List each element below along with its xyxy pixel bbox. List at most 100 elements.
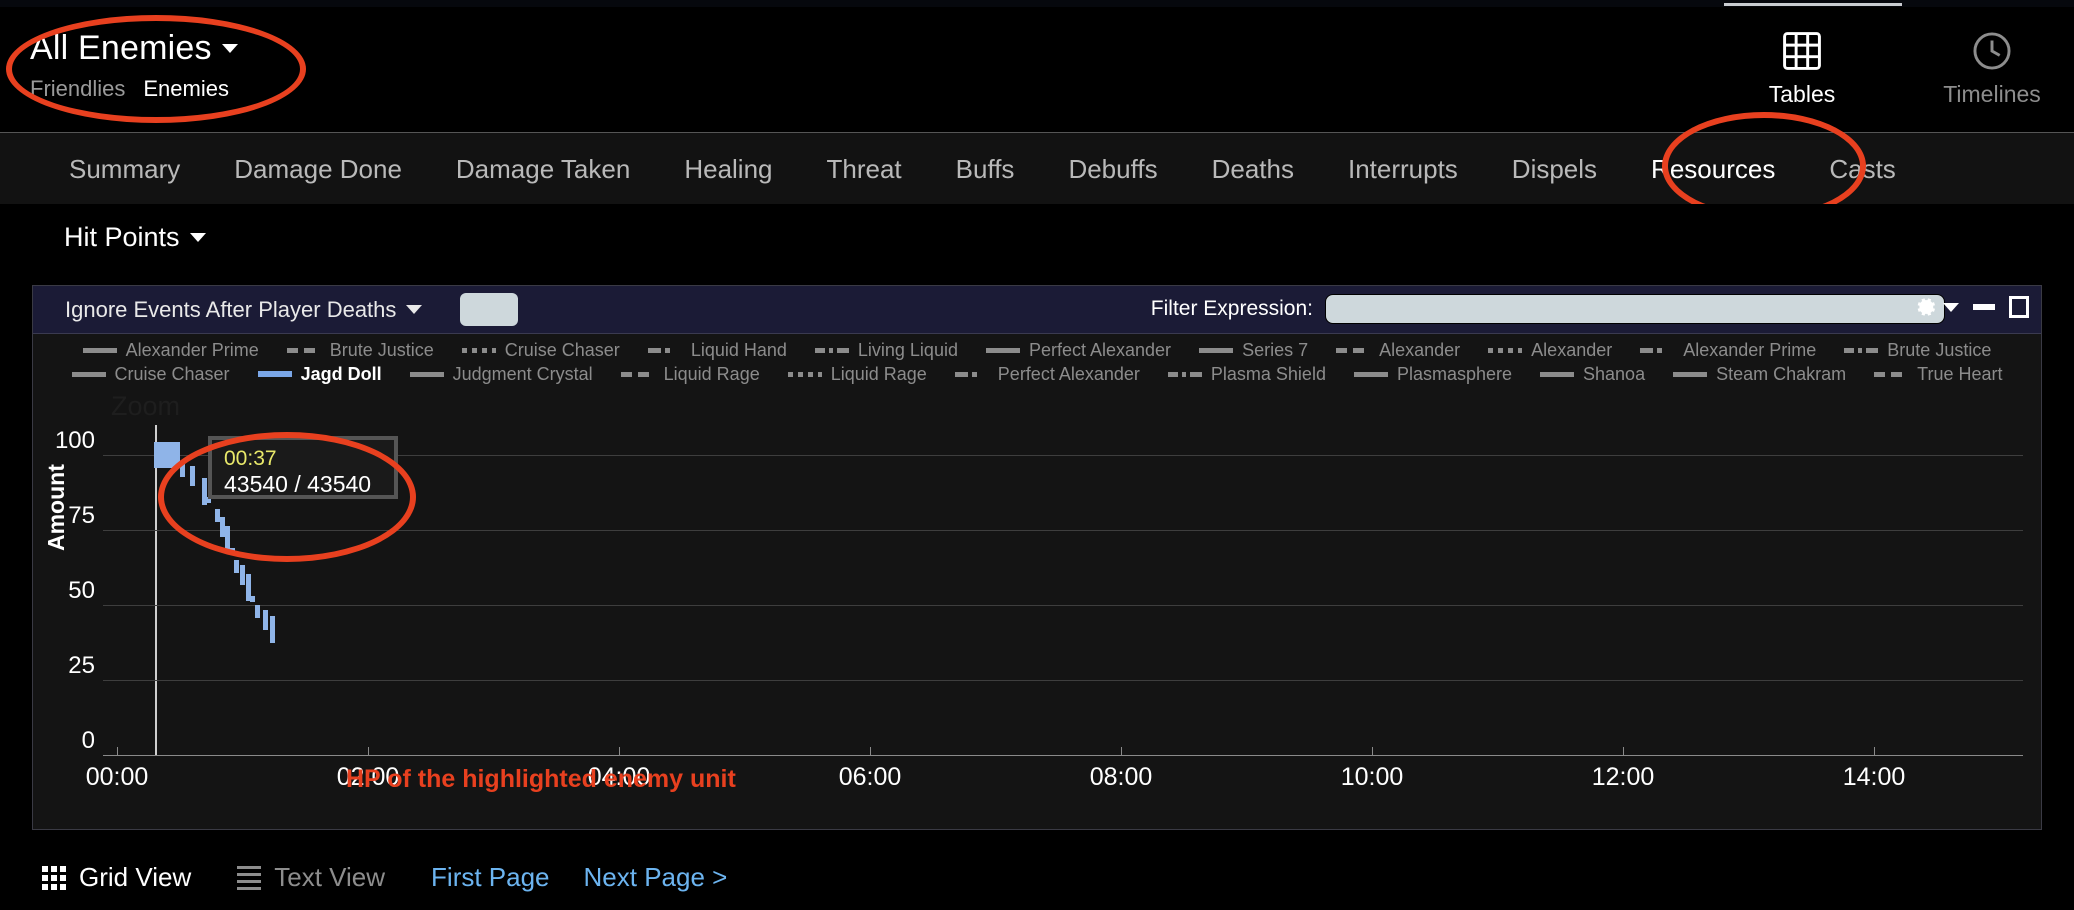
resource-type-dropdown[interactable]: Hit Points <box>64 222 206 253</box>
legend-item[interactable]: Alexander <box>1322 340 1474 361</box>
legend-item[interactable]: Jagd Doll <box>244 364 396 385</box>
data-point[interactable] <box>233 559 239 573</box>
chevron-down-icon <box>221 44 238 53</box>
legend-item[interactable]: Perfect Alexander <box>972 340 1185 361</box>
legend-line-swatch <box>985 347 1020 353</box>
legend-item[interactable]: Alexander Prime <box>1626 340 1830 361</box>
legend-item[interactable]: Alexander Prime <box>69 340 273 361</box>
gridline <box>103 605 2023 606</box>
nav-tab-interrupts[interactable]: Interrupts <box>1321 154 1485 185</box>
nav-tab-threat[interactable]: Threat <box>800 154 929 185</box>
view-mode-tables-label: Tables <box>1768 81 1836 107</box>
text-view-button[interactable]: Text View <box>237 862 385 893</box>
gridline <box>103 680 2023 681</box>
legend-item[interactable]: Series 7 <box>1185 340 1322 361</box>
grid-view-button[interactable]: Grid View <box>42 862 191 893</box>
nav-tab-resources[interactable]: Resources <box>1624 154 1802 185</box>
legend-item[interactable]: Liquid Rage <box>774 364 941 385</box>
legend-item-label: Series 7 <box>1242 339 1309 360</box>
view-mode-timelines[interactable]: Timelines <box>1932 25 2052 108</box>
data-point[interactable] <box>250 596 256 602</box>
time-cursor[interactable] <box>155 425 157 755</box>
ignore-events-label: Ignore Events After Player Deaths <box>65 296 397 322</box>
legend-item[interactable]: Plasma Shield <box>1154 364 1340 385</box>
filter-expression-input[interactable] <box>1325 294 1945 324</box>
enemy-selector-button[interactable]: All Enemies <box>30 29 238 68</box>
legend-item[interactable]: Steam Chakram <box>1659 364 1860 385</box>
legend-item[interactable]: Alexander <box>1474 340 1626 361</box>
nav-tab-damage-taken[interactable]: Damage Taken <box>429 154 657 185</box>
x-axis-tick-mark <box>870 747 871 755</box>
data-point[interactable] <box>240 565 245 585</box>
maximize-icon[interactable] <box>2009 296 2029 318</box>
tab-enemies[interactable]: Enemies <box>143 76 229 102</box>
legend-item[interactable]: Cruise Chaser <box>58 364 244 385</box>
y-axis-tick-label: 100 <box>54 427 95 454</box>
data-point-selected[interactable] <box>154 442 181 468</box>
legend-line-swatch <box>1167 371 1202 377</box>
nav-tab-deaths[interactable]: Deaths <box>1185 154 1321 185</box>
nav-tab-buffs[interactable]: Buffs <box>929 154 1042 185</box>
legend-item[interactable]: Liquid Hand <box>634 340 801 361</box>
nav-tab-healing[interactable]: Healing <box>657 154 799 185</box>
legend-row-1: Alexander Prime Brute Justice Cruise Chase… <box>43 338 2031 362</box>
legend-item[interactable]: Brute Justice <box>1830 340 2005 361</box>
main-nav: Summary Damage Done Damage Taken Healing… <box>0 132 2074 204</box>
legend-item[interactable]: True Heart <box>1860 364 2016 385</box>
legend-item-label: Plasmasphere <box>1396 363 1513 384</box>
legend-item[interactable]: Perfect Alexander <box>941 364 1154 385</box>
legend-item[interactable]: Living Liquid <box>801 340 972 361</box>
legend-item[interactable]: Cruise Chaser <box>448 340 634 361</box>
x-axis-tick-mark <box>1623 747 1624 755</box>
legend-item-label: Alexander <box>1531 339 1613 360</box>
view-mode-switcher: Tables Timelines <box>1742 25 2052 108</box>
legend-item[interactable]: Plasmasphere <box>1340 364 1526 385</box>
view-mode-tables[interactable]: Tables <box>1742 25 1862 108</box>
data-point[interactable] <box>270 615 276 643</box>
x-axis-tick-label: 12:00 <box>1591 763 1655 791</box>
top-strip <box>0 0 2074 7</box>
nav-tab-damage-done[interactable]: Damage Done <box>207 154 429 185</box>
nav-tab-summary[interactable]: Summary <box>42 154 207 185</box>
next-page-link[interactable]: Next Page > <box>584 862 728 893</box>
hover-tooltip: 00:37 43540 / 43540 <box>208 436 398 499</box>
ignore-events-dropdown[interactable]: Ignore Events After Player Deaths <box>65 296 423 323</box>
data-point[interactable] <box>179 463 185 477</box>
legend-item-label: Alexander Prime <box>125 339 259 360</box>
data-point[interactable] <box>255 604 261 618</box>
minimize-icon[interactable] <box>1973 304 1995 310</box>
y-axis-tick-label: 25 <box>68 652 95 679</box>
y-axis-tick-label: 0 <box>81 727 95 754</box>
toolbar-blank-button[interactable] <box>460 293 519 326</box>
x-axis-tick-mark <box>368 747 369 755</box>
legend-item[interactable]: Brute Justice <box>273 340 448 361</box>
tab-friendlies[interactable]: Friendlies <box>30 76 125 102</box>
legend-item[interactable]: Shanoa <box>1526 364 1659 385</box>
tooltip-value: 43540 / 43540 <box>224 471 372 498</box>
legend-line-swatch <box>814 347 849 353</box>
text-view-label: Text View <box>274 862 386 892</box>
legend-item-label: Jagd Doll <box>300 363 382 384</box>
legend-item-label: Perfect Alexander <box>1028 339 1172 360</box>
nav-tab-debuffs[interactable]: Debuffs <box>1041 154 1184 185</box>
x-axis-line <box>103 747 2023 756</box>
settings-dropdown[interactable] <box>1913 294 1959 320</box>
x-axis-tick-label: 10:00 <box>1340 763 1404 791</box>
data-point[interactable] <box>189 466 195 486</box>
nav-tab-dispels[interactable]: Dispels <box>1485 154 1624 185</box>
legend-line-swatch <box>82 347 117 353</box>
gridline <box>103 530 2023 531</box>
data-point[interactable] <box>262 610 268 630</box>
header: All Enemies Friendlies Enemies Tables Ti… <box>0 7 2074 132</box>
x-axis-tick-mark <box>1372 747 1373 755</box>
chevron-down-icon <box>1943 302 1959 312</box>
enemy-selector-label: All Enemies <box>30 29 212 67</box>
legend-item[interactable]: Judgment Crystal <box>396 364 607 385</box>
legend-item[interactable]: Liquid Rage <box>607 364 774 385</box>
first-page-link[interactable]: First Page <box>431 862 550 893</box>
legend-item-label: Alexander <box>1379 339 1461 360</box>
main-nav-tabs: Summary Damage Done Damage Taken Healing… <box>0 133 2074 205</box>
resources-panel: Ignore Events After Player Deaths Filter… <box>32 285 2042 830</box>
data-point[interactable] <box>229 548 235 554</box>
nav-tab-casts[interactable]: Casts <box>1802 154 1922 185</box>
